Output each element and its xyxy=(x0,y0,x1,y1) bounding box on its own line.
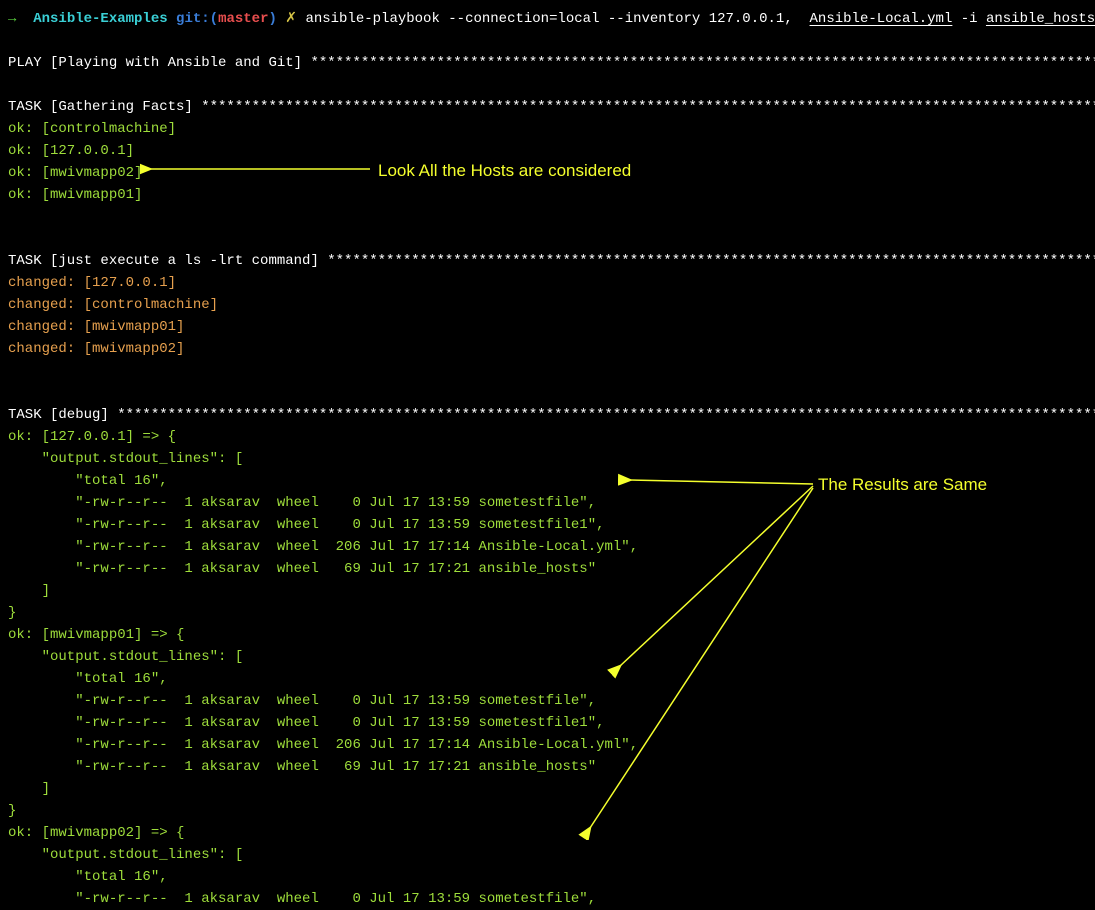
debug-line: ok: [mwivmapp01] => { xyxy=(8,624,1087,646)
annotation-hosts: Look All the Hosts are considered xyxy=(378,160,631,182)
debug-line: } xyxy=(8,602,1087,624)
debug-line: "-rw-r--r-- 1 aksarav wheel 0 Jul 17 13:… xyxy=(8,690,1087,712)
ok-line: ok: [127.0.0.1] xyxy=(8,140,1087,162)
task-ls-header: TASK [just execute a ls -lrt command] **… xyxy=(8,250,1087,272)
debug-line: "-rw-r--r-- 1 aksarav wheel 0 Jul 17 13:… xyxy=(8,712,1087,734)
debug-line: "-rw-r--r-- 1 aksarav wheel 69 Jul 17 17… xyxy=(8,558,1087,580)
changed-line: changed: [controlmachine] xyxy=(8,294,1087,316)
command-text: ansible-playbook --connection=local --in… xyxy=(305,11,809,27)
prompt-line: → Ansible-Examples git:(master) ✗ ansibl… xyxy=(8,8,1087,30)
debug-line: "-rw-r--r-- 1 aksarav wheel 0 Jul 17 13:… xyxy=(8,514,1087,536)
debug-line: ok: [127.0.0.1] => { xyxy=(8,426,1087,448)
changed-line: changed: [mwivmapp02] xyxy=(8,338,1087,360)
debug-line: "total 16", xyxy=(8,668,1087,690)
terminal-output: → Ansible-Examples git:(master) ✗ ansibl… xyxy=(8,8,1087,910)
debug-line: ] xyxy=(8,778,1087,800)
prompt-dir: Ansible-Examples xyxy=(33,11,167,27)
file-arg-1: Ansible-Local.yml xyxy=(810,11,953,27)
debug-line: "-rw-r--r-- 1 aksarav wheel 0 Jul 17 13:… xyxy=(8,888,1087,910)
debug-line: ok: [mwivmapp02] => { xyxy=(8,822,1087,844)
changed-line: changed: [127.0.0.1] xyxy=(8,272,1087,294)
debug-line: "-rw-r--r-- 1 aksarav wheel 69 Jul 17 17… xyxy=(8,756,1087,778)
task-gathering-header: TASK [Gathering Facts] *****************… xyxy=(8,96,1087,118)
git-label: git:( xyxy=(176,11,218,27)
debug-line: "output.stdout_lines": [ xyxy=(8,844,1087,866)
debug-line: } xyxy=(8,800,1087,822)
git-close: ) xyxy=(268,11,276,27)
flash-icon: ✗ xyxy=(285,11,297,27)
mid-arg: -i xyxy=(952,11,986,27)
file-arg-2: ansible_hosts xyxy=(986,11,1095,27)
debug-line: "output.stdout_lines": [ xyxy=(8,646,1087,668)
annotation-results: The Results are Same xyxy=(818,474,987,496)
debug-line: "total 16", xyxy=(8,866,1087,888)
debug-line: "output.stdout_lines": [ xyxy=(8,448,1087,470)
ok-line: ok: [controlmachine] xyxy=(8,118,1087,140)
changed-line: changed: [mwivmapp01] xyxy=(8,316,1087,338)
play-header: PLAY [Playing with Ansible and Git] ****… xyxy=(8,52,1087,74)
git-branch: master xyxy=(218,11,268,27)
ok-line: ok: [mwivmapp01] xyxy=(8,184,1087,206)
task-debug-header: TASK [debug] ***************************… xyxy=(8,404,1087,426)
debug-line: "-rw-r--r-- 1 aksarav wheel 206 Jul 17 1… xyxy=(8,734,1087,756)
debug-line: ] xyxy=(8,580,1087,602)
debug-line: "-rw-r--r-- 1 aksarav wheel 206 Jul 17 1… xyxy=(8,536,1087,558)
